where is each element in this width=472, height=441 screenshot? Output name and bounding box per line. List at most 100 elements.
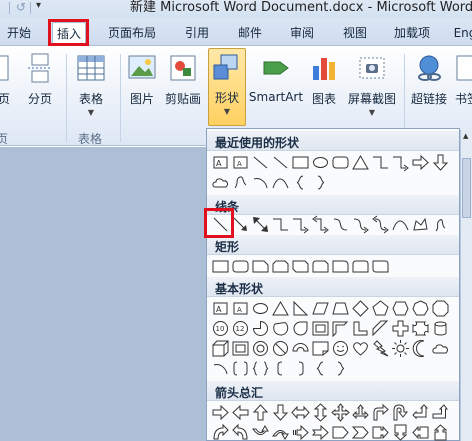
left-arrow-shape[interactable] [231, 403, 250, 422]
elbow-arrow-connector-shape[interactable] [291, 215, 310, 234]
down-arrow-callout-shape[interactable] [391, 423, 410, 441]
hyperlink-button[interactable]: 超链接 [408, 50, 450, 120]
round-diagonal-rectangle-shape[interactable] [371, 257, 390, 276]
scribble-shape[interactable] [431, 215, 450, 234]
customize-toolbar-icon[interactable]: ▾ [36, 0, 41, 11]
triangle-shape[interactable] [351, 153, 370, 172]
rounded-rectangle-shape[interactable] [231, 257, 250, 276]
oval-shape[interactable] [251, 299, 270, 318]
can-shape[interactable] [431, 319, 450, 338]
pie-shape[interactable] [251, 319, 270, 338]
rounded-rectangle-shape[interactable] [331, 153, 350, 172]
line-shape[interactable] [251, 153, 270, 172]
teardrop-shape[interactable] [291, 319, 310, 338]
screenshot-button[interactable]: 屏幕截图 ▼ [344, 50, 400, 120]
sun-shape[interactable] [391, 339, 410, 358]
shapes-button[interactable]: 形状 ▼ [208, 48, 246, 126]
l-shape[interactable] [351, 319, 370, 338]
up-arrow-shape[interactable] [251, 403, 270, 422]
curved-up-arrow-shape[interactable] [251, 423, 270, 441]
cloud-shape[interactable] [431, 339, 450, 358]
donut-shape[interactable] [251, 339, 270, 358]
block-arc-shape[interactable] [291, 339, 310, 358]
notched-right-arrow-shape[interactable] [311, 423, 330, 441]
striped-right-arrow-shape[interactable] [291, 423, 310, 441]
right-arrow-shape[interactable] [211, 403, 230, 422]
cube-shape[interactable] [211, 339, 230, 358]
tab-mailings[interactable]: 邮件 [233, 22, 267, 46]
curved-arrow-connector-shape[interactable] [351, 215, 370, 234]
tab-home[interactable]: 开始 [4, 22, 34, 46]
decagon-shape[interactable]: 10 [211, 319, 230, 338]
triangle-shape[interactable] [271, 299, 290, 318]
dodecagon-shape[interactable]: 12 [231, 319, 250, 338]
heptagon-shape[interactable] [411, 299, 430, 318]
folded-corner-shape[interactable] [311, 339, 330, 358]
elbow-arrow-connector-shape[interactable] [391, 153, 410, 172]
heart-shape[interactable] [351, 339, 370, 358]
double-bracket-shape[interactable] [231, 359, 250, 378]
vertical-text-box-shape[interactable]: A [231, 299, 250, 318]
snip-corner-rectangle-shape[interactable] [251, 257, 270, 276]
scroll-up-icon[interactable]: ▲ [463, 132, 468, 140]
scroll-thumb[interactable] [462, 158, 471, 218]
text-box-shape[interactable]: A [211, 299, 230, 318]
page-button[interactable]: 页 [0, 50, 16, 120]
diagonal-stripe-shape[interactable] [371, 319, 390, 338]
bookmark-button[interactable]: 书签 [452, 50, 472, 120]
left-right-arrow-shape[interactable] [291, 403, 310, 422]
u-turn-arrow-shape[interactable] [391, 403, 410, 422]
pentagon-arrow-shape[interactable] [331, 423, 350, 441]
vertical-scrollbar[interactable]: ▲ [460, 130, 472, 441]
up-arrow-callout-shape[interactable] [431, 423, 450, 441]
down-arrow-shape[interactable] [271, 403, 290, 422]
tab-review[interactable]: 审阅 [285, 22, 319, 46]
up-down-arrow-shape[interactable] [311, 403, 330, 422]
elbow-connector-shape[interactable] [371, 153, 390, 172]
right-triangle-shape[interactable] [291, 299, 310, 318]
page-break-button[interactable]: 分页 [22, 50, 58, 120]
moon-shape[interactable] [411, 339, 430, 358]
elbow-double-arrow-connector-shape[interactable] [311, 215, 330, 234]
left-right-up-arrow-shape[interactable] [351, 403, 370, 422]
vertical-text-box-shape[interactable]: A [231, 153, 250, 172]
no-symbol-shape[interactable] [271, 339, 290, 358]
right-arrow-callout-shape[interactable] [371, 423, 390, 441]
cloud-shape[interactable] [211, 173, 230, 192]
left-up-arrow-shape[interactable] [411, 403, 430, 422]
tab-eng[interactable]: Eng [450, 22, 472, 46]
arc-shape[interactable] [211, 359, 230, 378]
hexagon-shape[interactable] [391, 299, 410, 318]
left-brace-shape[interactable] [291, 173, 310, 192]
curved-double-arrow-connector-shape[interactable] [371, 215, 390, 234]
left-arrow-callout-shape[interactable] [411, 423, 430, 441]
left-bracket-shape[interactable] [271, 359, 290, 378]
frame-shape[interactable] [311, 319, 330, 338]
chevron-shape[interactable] [351, 423, 370, 441]
smartart-button[interactable]: SmartArt [248, 50, 304, 120]
tab-view[interactable]: 视图 [338, 22, 372, 46]
diamond-shape[interactable] [351, 299, 370, 318]
curve-shape[interactable] [271, 173, 290, 192]
bent-arrow-shape[interactable] [371, 403, 390, 422]
lightning-bolt-shape[interactable] [371, 339, 390, 358]
right-brace-shape[interactable] [331, 359, 350, 378]
tab-page-layout[interactable]: 页面布局 [105, 22, 159, 46]
curve-shape[interactable] [391, 215, 410, 234]
snip-round-rectangle-shape[interactable] [311, 257, 330, 276]
oval-shape[interactable] [311, 153, 330, 172]
rectangle-shape[interactable] [291, 153, 310, 172]
freeform-scribble-shape[interactable] [231, 173, 250, 192]
right-bracket-shape[interactable] [291, 359, 310, 378]
double-brace-shape[interactable] [251, 359, 270, 378]
quad-arrow-shape[interactable] [331, 403, 350, 422]
curved-left-arrow-shape[interactable] [231, 423, 250, 441]
parallelogram-shape[interactable] [311, 299, 330, 318]
bevel-shape[interactable] [231, 339, 250, 358]
plaque-shape[interactable] [411, 319, 430, 338]
smiley-face-shape[interactable] [331, 339, 350, 358]
half-frame-shape[interactable] [331, 319, 350, 338]
clipart-button[interactable]: 剪贴画 [162, 50, 204, 120]
round-single-corner-rectangle-shape[interactable] [331, 257, 350, 276]
picture-button[interactable]: 图片 [124, 50, 160, 120]
